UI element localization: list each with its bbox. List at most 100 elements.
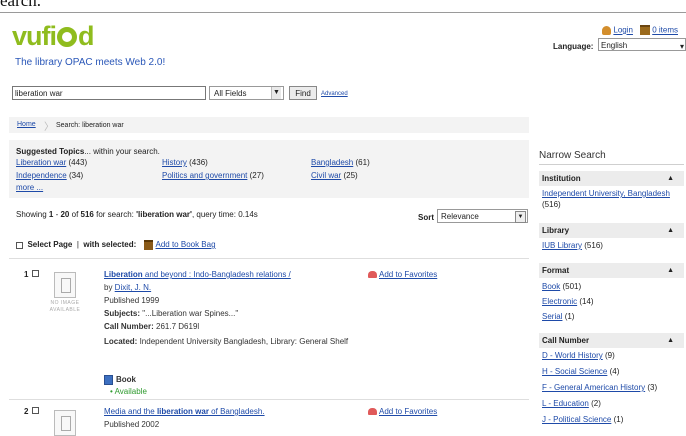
book-bag-icon: [143, 240, 153, 250]
summary-text: , query time: 0.14s: [191, 210, 258, 219]
author-link[interactable]: Dixit, J. N.: [115, 283, 151, 292]
add-to-book-bag-link[interactable]: Add to Book Bag: [156, 240, 216, 249]
top-divider: [0, 12, 686, 13]
language-select[interactable]: English ▾: [598, 38, 686, 51]
facet-header-call-number[interactable]: Call Number ▲: [539, 333, 684, 348]
collapse-icon: ▲: [667, 227, 674, 234]
subjects-label: Subjects:: [104, 309, 141, 318]
select-page-label: Select Page: [27, 240, 73, 250]
vufind-logo[interactable]: vufi d: [12, 21, 94, 52]
result-number: 1: [24, 270, 29, 279]
collapse-icon: ▲: [667, 337, 674, 344]
topic-link[interactable]: Civil war: [311, 171, 341, 180]
facet-link[interactable]: Electronic: [542, 297, 577, 306]
more-topics-link[interactable]: more ...: [16, 183, 43, 192]
login-link[interactable]: Login: [613, 26, 633, 35]
user-icon: [602, 25, 612, 35]
total-count: 516: [80, 210, 94, 219]
facet-link[interactable]: Serial: [542, 312, 562, 321]
suggested-topic: Independence (34): [16, 171, 83, 180]
facet-name: Library: [542, 226, 570, 235]
facet-count: (4): [609, 367, 620, 376]
search-field-select[interactable]: All Fields ▼: [209, 86, 284, 100]
facet-item: Book (501): [542, 281, 684, 292]
facet-link[interactable]: F - General American History: [542, 383, 645, 392]
call-number-value: 261.7 D619l: [153, 322, 200, 331]
summary-query: 'liberation war': [136, 210, 192, 219]
facet-item: Serial (1): [542, 311, 684, 322]
summary-text: Showing: [16, 210, 49, 219]
topic-link[interactable]: Bangladesh: [311, 158, 353, 167]
format-label: Book: [116, 375, 136, 385]
topic-link[interactable]: Independence: [16, 171, 67, 180]
facet-count: (516): [542, 200, 561, 209]
summary-text: for search:: [93, 210, 137, 219]
add-to-favorites-link[interactable]: Add to Favorites: [379, 270, 437, 279]
language-value: English: [601, 41, 628, 50]
facet-header-institution[interactable]: Institution ▲: [539, 171, 684, 186]
heart-icon: [368, 408, 377, 416]
facet-item: IUB Library (516): [542, 240, 684, 251]
facet-count: (516): [584, 241, 603, 250]
divider: [539, 164, 684, 165]
items-link[interactable]: 0 items: [652, 26, 678, 35]
facet-item: F - General American History (3): [542, 382, 684, 393]
search-input[interactable]: liberation war: [12, 86, 206, 100]
book-bag-icon: [640, 25, 651, 35]
result-published: Published 2002: [104, 420, 160, 429]
facet-link[interactable]: D - World History: [542, 351, 603, 360]
facet-header-format[interactable]: Format ▲: [539, 263, 684, 278]
result-checkbox[interactable]: [32, 407, 39, 414]
account-links: Login 0 items: [602, 25, 678, 35]
sort-label: Sort: [418, 213, 434, 222]
facet-count: (501): [562, 282, 582, 291]
availability-label: Available: [114, 387, 147, 396]
facet-item: H - Social Science (4): [542, 366, 684, 377]
book-icon: [104, 375, 113, 385]
find-button[interactable]: Find: [289, 86, 317, 100]
facet-item: Independent University, Bangladesh (516): [542, 188, 684, 210]
result-title-link[interactable]: Liberation and beyond : Indo-Bangladesh …: [104, 270, 291, 279]
divider: |: [76, 240, 79, 250]
facet-name: Format: [542, 266, 570, 275]
divider: [9, 258, 529, 259]
select-page-checkbox[interactable]: [16, 241, 23, 249]
topic-count: (27): [249, 171, 264, 180]
no-image-thumbnail: [54, 410, 76, 436]
facet-link[interactable]: H - Social Science: [542, 367, 607, 376]
facet-item: Electronic (14): [542, 296, 684, 307]
subjects-value: "...Liberation war Spines...": [140, 309, 239, 318]
topic-count: (61): [355, 158, 370, 167]
search-field-value: All Fields: [214, 89, 247, 98]
facet-link[interactable]: Independent University, Bangladesh: [542, 189, 670, 198]
add-to-favorites[interactable]: Add to Favorites: [368, 270, 437, 279]
page-top-fragment: earch.: [0, 0, 42, 10]
collapse-icon: ▲: [667, 175, 674, 182]
topic-link[interactable]: History: [162, 158, 187, 167]
result-checkbox[interactable]: [32, 270, 39, 277]
add-to-favorites[interactable]: Add to Favorites: [368, 407, 437, 416]
breadcrumb-current: Search: liberation war: [56, 122, 124, 129]
topic-link[interactable]: Politics and government: [162, 171, 247, 180]
breadcrumb-separator-icon: 〉: [44, 122, 54, 133]
breadcrumb-home[interactable]: Home: [17, 121, 36, 128]
advanced-search-link[interactable]: Advanced: [321, 91, 348, 97]
facet-count: (3): [647, 383, 658, 392]
result-title-link[interactable]: Media and the liberation war of Banglade…: [104, 407, 265, 416]
topic-link[interactable]: Liberation war: [16, 158, 66, 167]
by-prefix: by: [104, 283, 115, 292]
facet-link[interactable]: Book: [542, 282, 560, 291]
suggested-topics-rest: ... within your search.: [84, 147, 160, 156]
facet-count: (1): [613, 415, 624, 424]
add-to-favorites-link[interactable]: Add to Favorites: [379, 407, 437, 416]
facet-name: Institution: [542, 174, 581, 183]
summary-text: of: [69, 210, 81, 219]
facet-link[interactable]: J - Political Science: [542, 415, 611, 424]
facet-link[interactable]: IUB Library: [542, 241, 582, 250]
chevron-down-icon: ▼: [271, 87, 281, 99]
facet-link[interactable]: L - Education: [542, 399, 589, 408]
sort-select[interactable]: Relevance ▼: [437, 209, 528, 223]
suggested-topic: Politics and government (27): [162, 171, 264, 180]
facet-header-library[interactable]: Library ▲: [539, 223, 684, 238]
no-image-thumbnail: [54, 272, 76, 298]
